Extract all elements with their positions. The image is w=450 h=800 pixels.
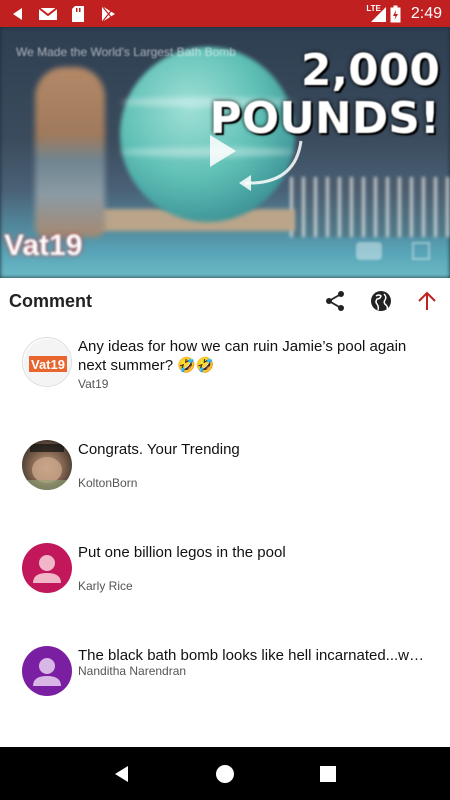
video-overlay-text: 2,000 POUNDS!	[210, 47, 440, 143]
globe-icon[interactable]	[369, 289, 393, 313]
play-icon[interactable]	[210, 135, 236, 167]
navigation-bar	[0, 747, 450, 800]
avatar[interactable]: Vat19	[22, 337, 72, 387]
comment-item[interactable]: Congrats. Your Trending KoltonBorn	[22, 440, 432, 490]
network-label: LTE	[366, 4, 381, 13]
avatar[interactable]	[22, 646, 72, 696]
battery-icon	[389, 5, 403, 23]
page-title: Comment	[9, 290, 93, 311]
comment-text: Congrats. Your Trending	[78, 441, 240, 458]
status-time: 2:49	[410, 4, 442, 22]
svg-text:Vat19: Vat19	[31, 357, 65, 372]
video-overlay-line2: POUNDS!	[209, 93, 440, 144]
comment-text: Any ideas for how we can ruin Jamie’s po…	[78, 338, 407, 374]
youtube-icon[interactable]	[356, 242, 382, 260]
vat19-logo: Vat19	[4, 229, 83, 262]
gmail-icon	[38, 5, 58, 23]
comment-item[interactable]: Put one billion legos in the pool Karly …	[22, 543, 432, 593]
arrow-annotation	[239, 140, 303, 191]
comment-author[interactable]: Nanditha Narendran	[78, 664, 432, 678]
comment-item[interactable]: Vat19 Any ideas for how we can ruin Jami…	[22, 337, 432, 391]
home-circle-icon[interactable]	[210, 759, 240, 789]
video-person	[35, 67, 105, 237]
video-overlay-line1: 2,000	[300, 45, 440, 96]
comment-text: Put one billion legos in the pool	[78, 544, 286, 561]
comment-author[interactable]: KoltonBorn	[78, 476, 432, 490]
avatar[interactable]	[22, 543, 72, 593]
video-fence	[290, 177, 450, 237]
status-bar: LTE 2:49	[0, 0, 450, 27]
share-icon[interactable]	[323, 289, 347, 313]
recents-square-icon[interactable]	[313, 759, 343, 789]
scroll-up-arrow-icon[interactable]	[415, 289, 439, 313]
avatar[interactable]	[22, 440, 72, 490]
sd-card-icon	[68, 5, 88, 23]
play-store-icon	[98, 5, 118, 23]
video-player[interactable]: We Made the World's Largest Bath Bomb 2,…	[0, 27, 450, 278]
video-title: We Made the World's Largest Bath Bomb	[16, 45, 236, 59]
comments-header: Comment	[0, 278, 450, 324]
comment-author[interactable]: Karly Rice	[78, 579, 432, 593]
comment-item[interactable]: The black bath bomb looks like hell inca…	[22, 646, 432, 696]
back-triangle-icon[interactable]	[107, 759, 137, 789]
comment-text: The black bath bomb looks like hell inca…	[78, 647, 432, 664]
fullscreen-icon[interactable]	[412, 242, 430, 260]
back-icon	[8, 5, 28, 23]
comment-author[interactable]: Vat19	[78, 377, 432, 391]
